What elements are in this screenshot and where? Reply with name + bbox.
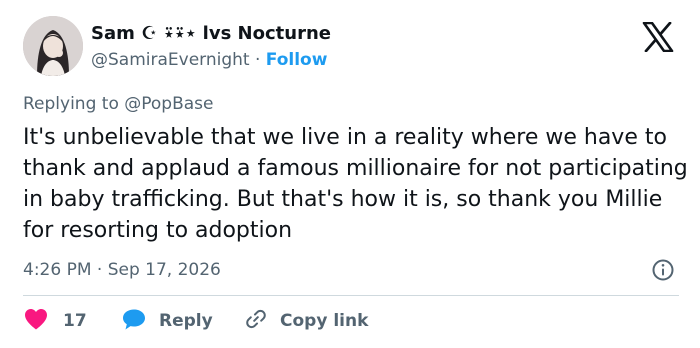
heart-icon [23, 307, 49, 335]
like-count: 17 [63, 311, 87, 331]
timestamp-separator: · [96, 260, 103, 280]
tweet-text: It's unbelievable that we live in a real… [23, 125, 688, 243]
like-button[interactable]: 17 [23, 307, 121, 335]
speech-bubble-icon [121, 307, 147, 335]
divider [23, 295, 679, 296]
replying-to-prefix: Replying to [23, 94, 119, 114]
tweet-time: 4:26 PM [23, 260, 92, 280]
reply-button[interactable]: Reply [121, 307, 244, 335]
tweet-date: Sep 17, 2026 [107, 260, 221, 280]
copy-link-button[interactable]: Copy link [244, 307, 368, 335]
info-icon[interactable] [651, 258, 675, 282]
author-block: Sam ☪︎ ⍣⍣⋆ lvs Nocturne @SamiraEvernight… [91, 22, 331, 72]
copy-link-label: Copy link [280, 311, 369, 331]
x-logo-icon[interactable] [642, 21, 674, 53]
author-handle[interactable]: @SamiraEvernight [91, 50, 250, 70]
avatar[interactable] [23, 16, 83, 76]
author-display-name[interactable]: Sam ☪︎ ⍣⍣⋆ lvs Nocturne [91, 22, 331, 46]
replying-to-line: Replying to @PopBase [23, 93, 213, 115]
follow-button[interactable]: Follow [266, 50, 328, 70]
reply-label: Reply [159, 311, 213, 331]
tweet-timestamp[interactable]: 4:26 PM · Sep 17, 2026 [23, 259, 221, 281]
handle-separator: · [254, 50, 261, 70]
link-icon [244, 307, 268, 335]
reply-mention-link[interactable]: @PopBase [124, 94, 213, 114]
tweet-actions: 17 Reply Copy link [23, 307, 368, 335]
author-handle-line: @SamiraEvernight · Follow [91, 48, 331, 72]
